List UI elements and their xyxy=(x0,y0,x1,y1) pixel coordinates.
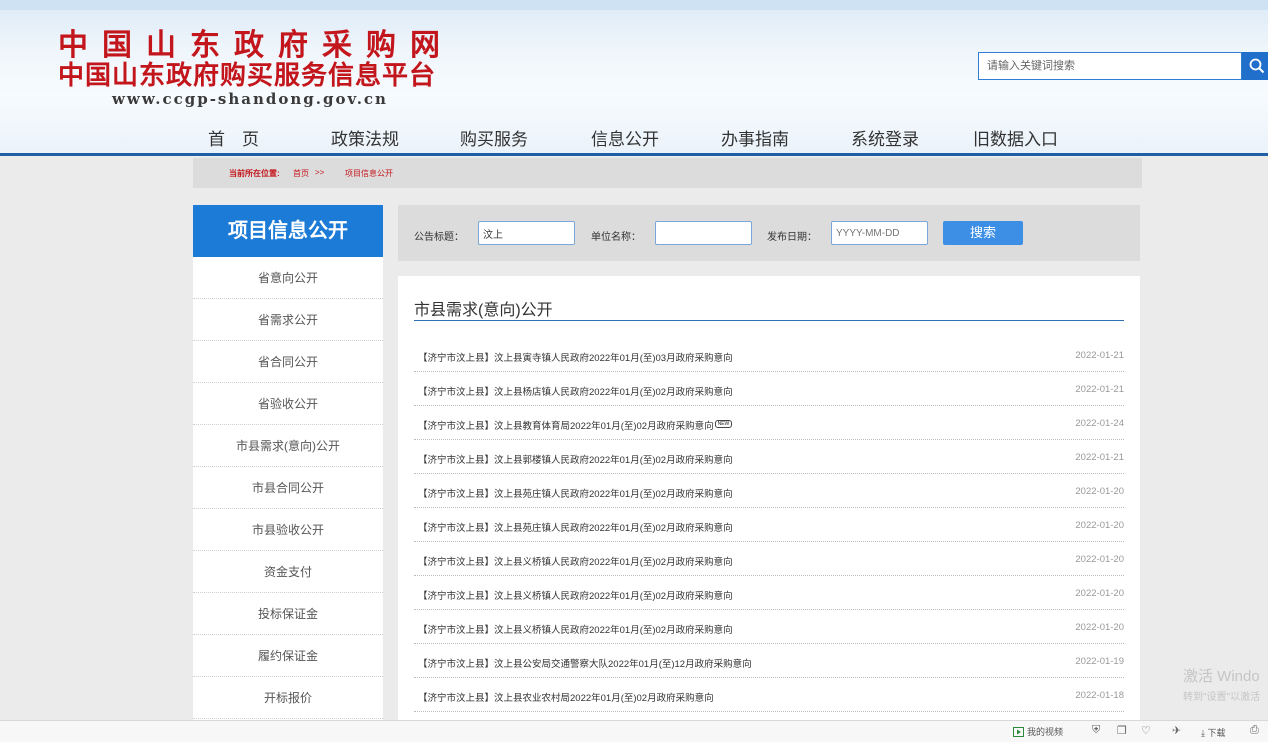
nav-home[interactable]: 首 页 xyxy=(208,125,259,150)
list-item-title[interactable]: 【济宁市汶上县】汶上县郭楼镇人民政府2022年01月(至)02月政府采购意向 xyxy=(418,452,733,466)
sidebar-item-bid-deposit[interactable]: 投标保证金 xyxy=(193,593,383,635)
list-item-link[interactable]: 【济宁市汶上县】汶上县教育体育局2022年01月(至)02月政府采购意向 NEW xyxy=(418,418,733,432)
header-top-strip xyxy=(0,0,1268,10)
list-item-date: 2022-01-24 xyxy=(1075,418,1124,429)
new-badge: NEW xyxy=(714,419,733,428)
list-item: 【济宁市汶上县】汶上县郭楼镇人民政府2022年01月(至)02月政府采购意向 2… xyxy=(414,440,1124,474)
breadcrumb-separator: >> xyxy=(315,168,325,177)
unit-filter-label: 单位名称： xyxy=(591,232,641,243)
heart-icon[interactable]: ♡ xyxy=(1141,724,1151,737)
list-item-title[interactable]: 【济宁市汶上县】汶上县义桥镇人民政府2022年01月(至)02月政府采购意向 xyxy=(418,588,733,602)
date-filter-label: 发布日期： xyxy=(767,232,817,243)
list-item-date: 2022-01-20 xyxy=(1075,554,1124,565)
list-item-title[interactable]: 【济宁市汶上县】汶上县杨店镇人民政府2022年01月(至)02月政府采购意向 xyxy=(418,384,733,398)
announcement-panel: 市县需求(意向)公开 【济宁市汶上县】汶上县寅寺镇人民政府2022年01月(至)… xyxy=(398,276,1140,722)
breadcrumb-current: 项目信息公开 xyxy=(345,169,393,178)
search-button[interactable] xyxy=(1242,52,1268,80)
list-item-date: 2022-01-18 xyxy=(1075,690,1124,701)
nav-purchase-service[interactable]: 购买服务 xyxy=(460,125,528,150)
list-item-date: 2022-01-21 xyxy=(1075,384,1124,395)
sidebar-item-county-demand[interactable]: 市县需求(意向)公开 xyxy=(193,425,383,467)
list-item-title[interactable]: 【济宁市汶上县】汶上县义桥镇人民政府2022年01月(至)02月政府采购意向 xyxy=(418,622,733,636)
filter-search-button[interactable]: 搜索 xyxy=(943,221,1023,245)
sidebar-item-province-acceptance[interactable]: 省验收公开 xyxy=(193,383,383,425)
nav-old-data[interactable]: 旧数据入口 xyxy=(973,125,1058,150)
play-icon xyxy=(1013,726,1024,737)
list-item-title[interactable]: 【济宁市汶上县】汶上县公安局交通警察大队2022年01月(至)12月政府采购意向 xyxy=(418,656,752,670)
list-item: 【济宁市汶上县】汶上县义桥镇人民政府2022年01月(至)02月政府采购意向 2… xyxy=(414,542,1124,576)
nav-login[interactable]: 系统登录 xyxy=(851,125,919,150)
breadcrumb-label: 当前所在位置: xyxy=(229,169,280,178)
sidebar-item-county-contract[interactable]: 市县合同公开 xyxy=(193,467,383,509)
filter-bar: 公告标题： 单位名称： 发布日期： 搜索 xyxy=(398,205,1140,261)
browser-statusbar: 我的视频 ⛨ ❐ ♡ ✈ ⤓ 下载 ⎙ xyxy=(0,720,1268,742)
list-item: 【济宁市汶上县】汶上县教育体育局2022年01月(至)02月政府采购意向 NEW … xyxy=(414,406,1124,440)
list-item-title: 【济宁市汶上县】汶上县教育体育局2022年01月(至)02月政府采购意向 xyxy=(418,421,714,432)
windows-activation-watermark: 激活 Windo 转到"设置"以激活 xyxy=(1183,665,1260,703)
list-item: 【济宁市汶上县】汶上县义桥镇人民政府2022年01月(至)02月政府采购意向 2… xyxy=(414,610,1124,644)
list-item-title[interactable]: 【济宁市汶上县】汶上县苑庄镇人民政府2022年01月(至)02月政府采购意向 xyxy=(418,520,733,534)
logo-subtitle: 中国山东政府购买服务信息平台 xyxy=(58,61,437,91)
list-item: 【济宁市汶上县】汶上县公安局交通警察大队2022年01月(至)12月政府采购意向… xyxy=(414,644,1124,678)
sidebar-item-province-contract[interactable]: 省合同公开 xyxy=(193,341,383,383)
unit-filter-input[interactable] xyxy=(655,221,752,245)
title-filter-input[interactable] xyxy=(478,221,575,245)
site-logo[interactable]: 中国山东政府采购网 中国山东政府购买服务信息平台 www.ccgp-shando… xyxy=(58,28,454,109)
site-header: 中国山东政府采购网 中国山东政府购买服务信息平台 www.ccgp-shando… xyxy=(0,0,1268,156)
nav-guide[interactable]: 办事指南 xyxy=(721,125,789,150)
list-item: 【济宁市汶上县】汶上县农业农村局2022年01月(至)02月政府采购意向 202… xyxy=(414,678,1124,712)
sidebar: 项目信息公开 省意向公开 省需求公开 省合同公开 省验收公开 市县需求(意向)公… xyxy=(193,205,383,720)
list-item-date: 2022-01-21 xyxy=(1075,452,1124,463)
list-item-title[interactable]: 【济宁市汶上县】汶上县寅寺镇人民政府2022年01月(至)03月政府采购意向 xyxy=(418,350,733,364)
nav-policy[interactable]: 政策法规 xyxy=(331,125,399,150)
list-item-title[interactable]: 【济宁市汶上县】汶上县苑庄镇人民政府2022年01月(至)02月政府采购意向 xyxy=(418,486,733,500)
list-item-date: 2022-01-19 xyxy=(1075,656,1124,667)
rocket-icon[interactable]: ✈ xyxy=(1172,724,1181,737)
shield-icon[interactable]: ⛨ xyxy=(1092,724,1100,737)
sidebar-item-county-acceptance[interactable]: 市县验收公开 xyxy=(193,509,383,551)
sidebar-item-bid-price[interactable]: 开标报价 xyxy=(193,677,383,719)
title-filter-label: 公告标题： xyxy=(414,232,464,243)
watermark-line2: 转到"设置"以激活 xyxy=(1183,692,1261,703)
list-item: 【济宁市汶上县】汶上县义桥镇人民政府2022年01月(至)02月政府采购意向 2… xyxy=(414,576,1124,610)
sidebar-item-province-demand[interactable]: 省需求公开 xyxy=(193,299,383,341)
list-item: 【济宁市汶上县】汶上县苑庄镇人民政府2022年01月(至)02月政府采购意向 2… xyxy=(414,508,1124,542)
header-search xyxy=(978,52,1242,80)
list-item-date: 2022-01-20 xyxy=(1075,520,1124,531)
list-item-title[interactable]: 【济宁市汶上县】汶上县义桥镇人民政府2022年01月(至)02月政府采购意向 xyxy=(418,554,733,568)
date-filter-input[interactable] xyxy=(831,221,928,245)
nav-divider xyxy=(0,153,1268,156)
list-item-date: 2022-01-21 xyxy=(1075,350,1124,361)
watermark-line1: 激活 Windo xyxy=(1183,668,1260,685)
sidebar-item-performance-deposit[interactable]: 履约保证金 xyxy=(193,635,383,677)
search-icon xyxy=(1249,58,1265,74)
sidebar-title: 项目信息公开 xyxy=(193,205,383,257)
list-item: 【济宁市汶上县】汶上县寅寺镇人民政府2022年01月(至)03月政府采购意向 2… xyxy=(414,338,1124,372)
list-item: 【济宁市汶上县】汶上县苑庄镇人民政府2022年01月(至)02月政府采购意向 2… xyxy=(414,474,1124,508)
list-item-title[interactable]: 【济宁市汶上县】汶上县农业农村局2022年01月(至)02月政府采购意向 xyxy=(418,690,714,704)
sidebar-item-fund-payment[interactable]: 资金支付 xyxy=(193,551,383,593)
list-item-date: 2022-01-20 xyxy=(1075,622,1124,633)
download-label: 下载 xyxy=(1207,728,1226,738)
my-video-button[interactable]: 我的视频 xyxy=(1013,725,1063,738)
search-input[interactable] xyxy=(979,53,1241,79)
print-icon[interactable]: ⎙ xyxy=(1250,724,1259,737)
download-icon: ⤓ xyxy=(1201,728,1205,738)
download-button[interactable]: ⤓ 下载 xyxy=(1201,726,1226,739)
screenshot-icon[interactable]: ❐ xyxy=(1117,724,1127,737)
list-item: 【济宁市汶上县】汶上县杨店镇人民政府2022年01月(至)02月政府采购意向 2… xyxy=(414,372,1124,406)
panel-title: 市县需求(意向)公开 xyxy=(414,302,553,319)
nav-info-disclosure[interactable]: 信息公开 xyxy=(591,125,659,150)
breadcrumb-home-link[interactable]: 首页 xyxy=(293,168,309,179)
logo-title: 中国山东政府采购网 xyxy=(58,28,454,63)
breadcrumb: 当前所在位置: 首页 >> 项目信息公开 xyxy=(193,158,1142,188)
main-nav: 首 页 政策法规 购买服务 信息公开 办事指南 系统登录 旧数据入口 xyxy=(0,118,1268,154)
list-item-date: 2022-01-20 xyxy=(1075,486,1124,497)
list-item-date: 2022-01-20 xyxy=(1075,588,1124,599)
sidebar-item-province-intent[interactable]: 省意向公开 xyxy=(193,257,383,299)
my-video-label: 我的视频 xyxy=(1027,727,1064,737)
panel-title-rule xyxy=(414,320,1124,321)
logo-url: www.ccgp-shandong.gov.cn xyxy=(112,90,388,108)
